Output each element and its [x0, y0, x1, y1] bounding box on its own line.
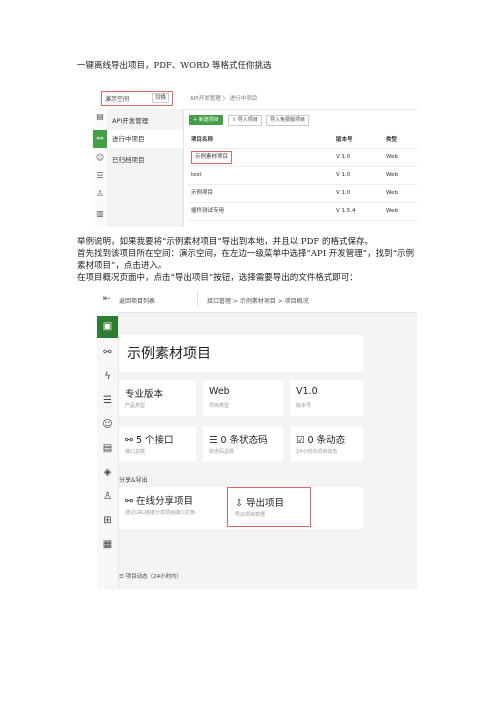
doc-para-2: 首先找到该项目所在空间：演示空间，在左边一级菜单中选择“API 开发管理”，找到…: [77, 249, 414, 271]
back-arrow-icon[interactable]: ⇤: [103, 294, 111, 304]
export-highlight: [227, 487, 311, 527]
main-content: 示例素材项目 专业版本 产品类型 Web 项目类型 V1.0 版本号 ⚯ 5 个…: [119, 312, 417, 589]
menu-item-api-dev[interactable]: API开发管理: [107, 112, 183, 130]
header-version: 版本号: [336, 137, 353, 143]
new-project-button[interactable]: + 新建项目: [189, 115, 223, 125]
header-name: 项目名称: [191, 137, 214, 143]
project-version: V 1.0: [336, 190, 351, 196]
table-row[interactable]: 插件测试专用 V 1.5.4 Web: [188, 203, 418, 221]
icon-rail: ▣ ⚯ ϟ ☰ ☺ ▤ ◈ ♙ ⊞ ▦: [97, 312, 119, 589]
stat-value: ⚯ 5 个接口: [125, 435, 174, 446]
stat-value: ☰ 0 条状态码: [209, 435, 268, 446]
stat-card-interfaces[interactable]: ⚯ 5 个接口 接口总数: [119, 426, 196, 462]
project-type: Web: [386, 172, 398, 178]
header-type: 类型: [386, 137, 398, 143]
workspace-name: 演示空间: [105, 96, 130, 103]
top-bar: ⇤ 返回项目列表 接口管理 > 示例素材项目 > 项目概况: [97, 287, 417, 313]
project-overview-screenshot: ⇤ 返回项目列表 接口管理 > 示例素材项目 > 项目概况 ▣ ⚯ ϟ ☰ ☺ …: [97, 287, 417, 589]
stat-card-activity[interactable]: ☑ 0 条动态 24小时内项目动态: [290, 426, 363, 462]
api-icon[interactable]: ▤: [95, 112, 105, 122]
icon-rail: ▤ ⚯ ☺ ☰ ♙ ▥: [93, 109, 107, 227]
users-icon[interactable]: ♙: [95, 189, 105, 199]
project-list-screenshot: 演示空间 切换 API开发管理 〉 进行中项目 ▤ ⚯ ☺ ☰ ♙ ▥ API开…: [93, 87, 418, 227]
project-type: Web: [386, 190, 398, 196]
project-name[interactable]: 插件测试专用: [191, 203, 224, 220]
robot-icon[interactable]: ☺: [97, 414, 118, 436]
building-icon[interactable]: ▥: [95, 209, 105, 219]
user-icon[interactable]: ♙: [97, 486, 118, 508]
overview-icon[interactable]: ▣: [97, 316, 118, 338]
main-content: + 新建项目 ⇪ 导入项目 导入免费版项目 项目名称 版本号 类型 示例素材项目…: [185, 109, 418, 227]
breadcrumb: 接口管理 > 示例素材项目 > 项目概况: [207, 298, 309, 305]
link-icon[interactable]: ⚯: [97, 342, 118, 364]
menu-item-archived[interactable]: 已归档项目: [107, 151, 183, 169]
share-export-box: ⚯ 在线分享项目 通过URL链接分享项目接口文档 ⇩ 导出项目 导出项目数据: [119, 487, 363, 529]
project-version: V 1.5.4: [336, 208, 356, 214]
project-name[interactable]: test: [191, 167, 202, 184]
project-title-card: 示例素材项目: [119, 335, 363, 372]
info-value: 专业版本: [125, 389, 164, 400]
project-type: Web: [386, 154, 398, 160]
link-icon[interactable]: ⚯: [93, 130, 107, 148]
divider: [197, 293, 198, 306]
stat-value: ☑ 0 条动态: [296, 435, 346, 446]
info-value: V1.0: [296, 386, 318, 397]
info-label: 版本号: [296, 403, 312, 409]
back-to-list-link[interactable]: 返回项目列表: [119, 296, 155, 305]
calendar-icon[interactable]: ▦: [97, 534, 118, 556]
breadcrumb: API开发管理 〉 进行中项目: [190, 96, 258, 102]
project-table: 项目名称 版本号 类型 示例素材项目 V 1.0 Web test V 1.0 …: [188, 133, 418, 221]
workspace-selector[interactable]: 演示空间 切换: [101, 91, 173, 106]
table-row[interactable]: test V 1.0 Web: [188, 167, 418, 185]
info-card-edition: 专业版本 产品类型: [119, 380, 196, 416]
stat-label: 24小时内项目动态: [296, 449, 338, 455]
table-header: 项目名称 版本号 类型: [188, 133, 418, 149]
stat-card-status-codes[interactable]: ☰ 0 条状态码 状态码总数: [203, 426, 283, 462]
info-value: Web: [209, 386, 230, 397]
menu-item-in-progress[interactable]: 进行中项目: [107, 130, 183, 148]
doc-icon[interactable]: ☰: [95, 171, 105, 181]
lightning-icon[interactable]: ϟ: [97, 366, 118, 388]
share-project-card[interactable]: ⚯ 在线分享项目 通过URL链接分享项目接口文档: [119, 487, 224, 529]
project-version: V 1.0: [336, 154, 351, 160]
info-label: 产品类型: [125, 403, 146, 409]
project-name[interactable]: 示例素材项目: [191, 151, 233, 164]
share-title: ⚯ 在线分享项目: [125, 496, 193, 507]
section-label: 分享&导出: [119, 477, 148, 484]
table-row[interactable]: 示例项目 V 1.0 Web: [188, 185, 418, 203]
project-type: Web: [386, 208, 398, 214]
switch-button[interactable]: 切换: [151, 93, 169, 103]
import-project-button[interactable]: ⇪ 导入项目: [228, 115, 262, 126]
project-name[interactable]: 示例项目: [191, 185, 213, 202]
activity-footer: ☰ 项目动态（24小时内）: [119, 574, 183, 580]
info-card-version: V1.0 版本号: [290, 380, 363, 416]
top-bar: 演示空间 切换 API开发管理 〉 进行中项目: [93, 87, 418, 110]
table-row[interactable]: 示例素材项目 V 1.0 Web: [188, 149, 418, 167]
cube-icon[interactable]: ◈: [97, 462, 118, 484]
info-card-type: Web 项目类型: [203, 380, 283, 416]
sitemap-icon[interactable]: ⊞: [97, 510, 118, 532]
share-desc: 通过URL链接分享项目接口文档: [125, 510, 195, 516]
project-title: 示例素材项目: [127, 346, 211, 362]
stat-label: 接口总数: [125, 449, 146, 455]
stat-label: 状态码总数: [209, 449, 235, 455]
project-version: V 1.0: [336, 172, 351, 178]
side-menu: API开发管理 进行中项目 已归档项目: [107, 109, 184, 227]
robot-icon[interactable]: ☺: [95, 153, 105, 163]
doc-para-1: 举例说明，如果我要将“示例素材项目”导出到本地，并且以 PDF 的格式保存。: [77, 237, 374, 247]
doc-heading: 一键离线导出项目，PDF、WORD 等格式任你挑选: [77, 61, 272, 71]
doc-icon[interactable]: ▤: [97, 438, 118, 460]
info-label: 项目类型: [209, 403, 230, 409]
list-icon[interactable]: ☰: [97, 390, 118, 412]
import-free-project-button[interactable]: 导入免费版项目: [266, 115, 310, 126]
doc-para-3: 在项目概况页面中，点击“导出项目”按钮，选择需要导出的文件格式即可：: [77, 273, 358, 283]
